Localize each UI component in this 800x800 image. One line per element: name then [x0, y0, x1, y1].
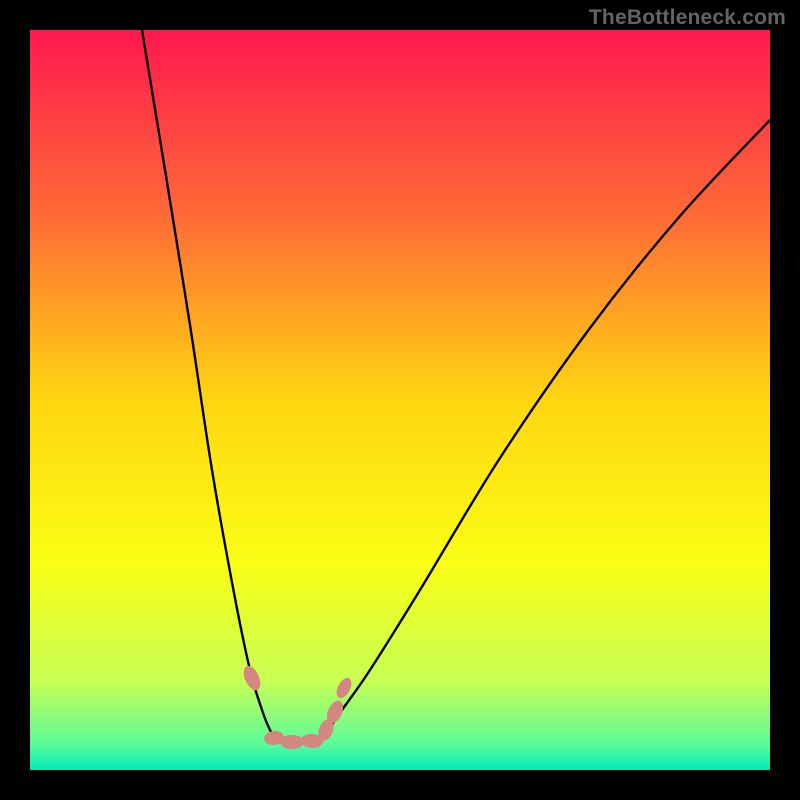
chart-area	[30, 30, 770, 770]
curve-layer	[30, 30, 770, 770]
marker-dot	[280, 735, 304, 749]
marker-group	[240, 663, 354, 749]
marker-dot	[240, 663, 263, 692]
frame: TheBottleneck.com	[0, 0, 800, 800]
curve-right	[318, 120, 770, 742]
curve-left	[142, 30, 278, 742]
watermark-text: TheBottleneck.com	[589, 6, 786, 30]
